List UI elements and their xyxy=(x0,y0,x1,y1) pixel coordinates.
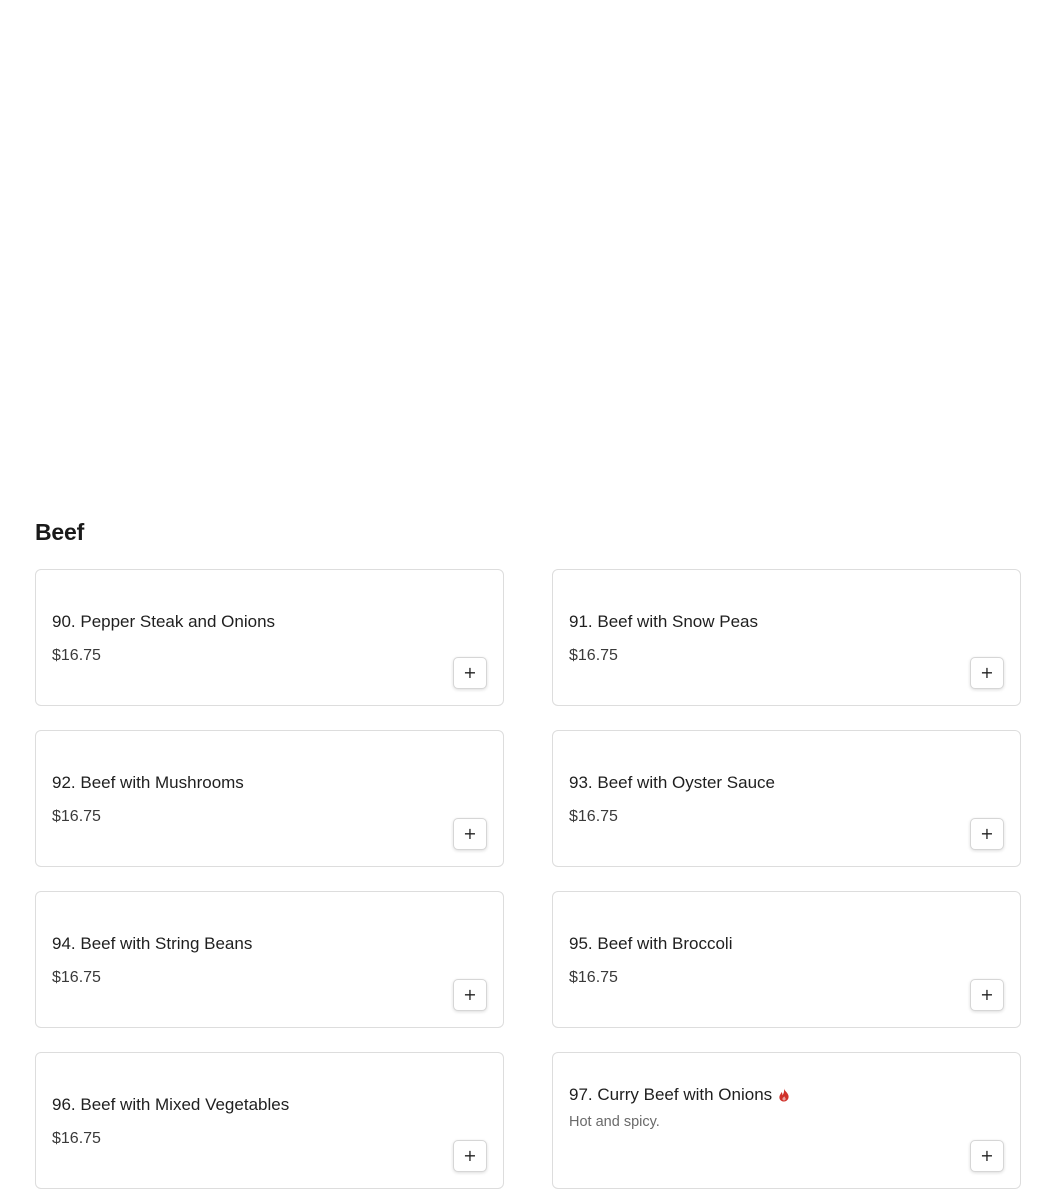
menu-item-name: 96. Beef with Mixed Vegetables xyxy=(52,1095,290,1114)
menu-item-card[interactable]: 97. Curry Beef with Onions Hot and spicy… xyxy=(552,1052,1021,1189)
menu-item-price: $16.75 xyxy=(569,969,618,986)
menu-item-price: $16.75 xyxy=(52,969,101,986)
menu-item-name: 92. Beef with Mushrooms xyxy=(52,773,244,792)
menu-item-price: $16.75 xyxy=(569,808,618,825)
menu-item-name: 90. Pepper Steak and Onions xyxy=(52,612,276,631)
add-item-button[interactable]: + xyxy=(453,979,487,1011)
add-item-button[interactable]: + xyxy=(970,1140,1004,1172)
menu-item-price: $16.75 xyxy=(52,808,101,825)
menu-item-price: $16.75 xyxy=(52,647,101,664)
menu-item-card[interactable]: 95. Beef with Broccoli $16.75 + xyxy=(552,891,1021,1028)
spicy-icon xyxy=(779,1088,789,1102)
menu-item-card[interactable]: 93. Beef with Oyster Sauce $16.75 + xyxy=(552,730,1021,867)
menu-item-card[interactable]: 94. Beef with String Beans $16.75 + xyxy=(35,891,504,1028)
menu-items-grid: 90. Pepper Steak and Onions $16.75 + 91.… xyxy=(35,569,1021,1189)
menu-item-name: 91. Beef with Snow Peas xyxy=(569,612,759,631)
menu-item-name: 95. Beef with Broccoli xyxy=(569,934,733,953)
menu-item-name: 97. Curry Beef with Onions xyxy=(569,1085,790,1105)
menu-item-description: Hot and spicy. xyxy=(569,1114,660,1130)
add-item-button[interactable]: + xyxy=(453,1140,487,1172)
add-item-button[interactable]: + xyxy=(453,818,487,850)
add-item-button[interactable]: + xyxy=(970,657,1004,689)
menu-item-card[interactable]: 92. Beef with Mushrooms $16.75 + xyxy=(35,730,504,867)
section-title: Beef xyxy=(35,519,85,545)
add-item-button[interactable]: + xyxy=(970,979,1004,1011)
menu-item-name: 93. Beef with Oyster Sauce xyxy=(569,773,775,792)
add-item-button[interactable]: + xyxy=(453,657,487,689)
menu-item-price: $16.75 xyxy=(52,1130,101,1147)
menu-item-name: 94. Beef with String Beans xyxy=(52,934,253,953)
menu-item-price: $16.75 xyxy=(569,647,618,664)
menu-item-card[interactable]: 90. Pepper Steak and Onions $16.75 + xyxy=(35,569,504,706)
menu-item-card[interactable]: 91. Beef with Snow Peas $16.75 + xyxy=(552,569,1021,706)
add-item-button[interactable]: + xyxy=(970,818,1004,850)
menu-item-card[interactable]: 96. Beef with Mixed Vegetables $16.75 + xyxy=(35,1052,504,1189)
